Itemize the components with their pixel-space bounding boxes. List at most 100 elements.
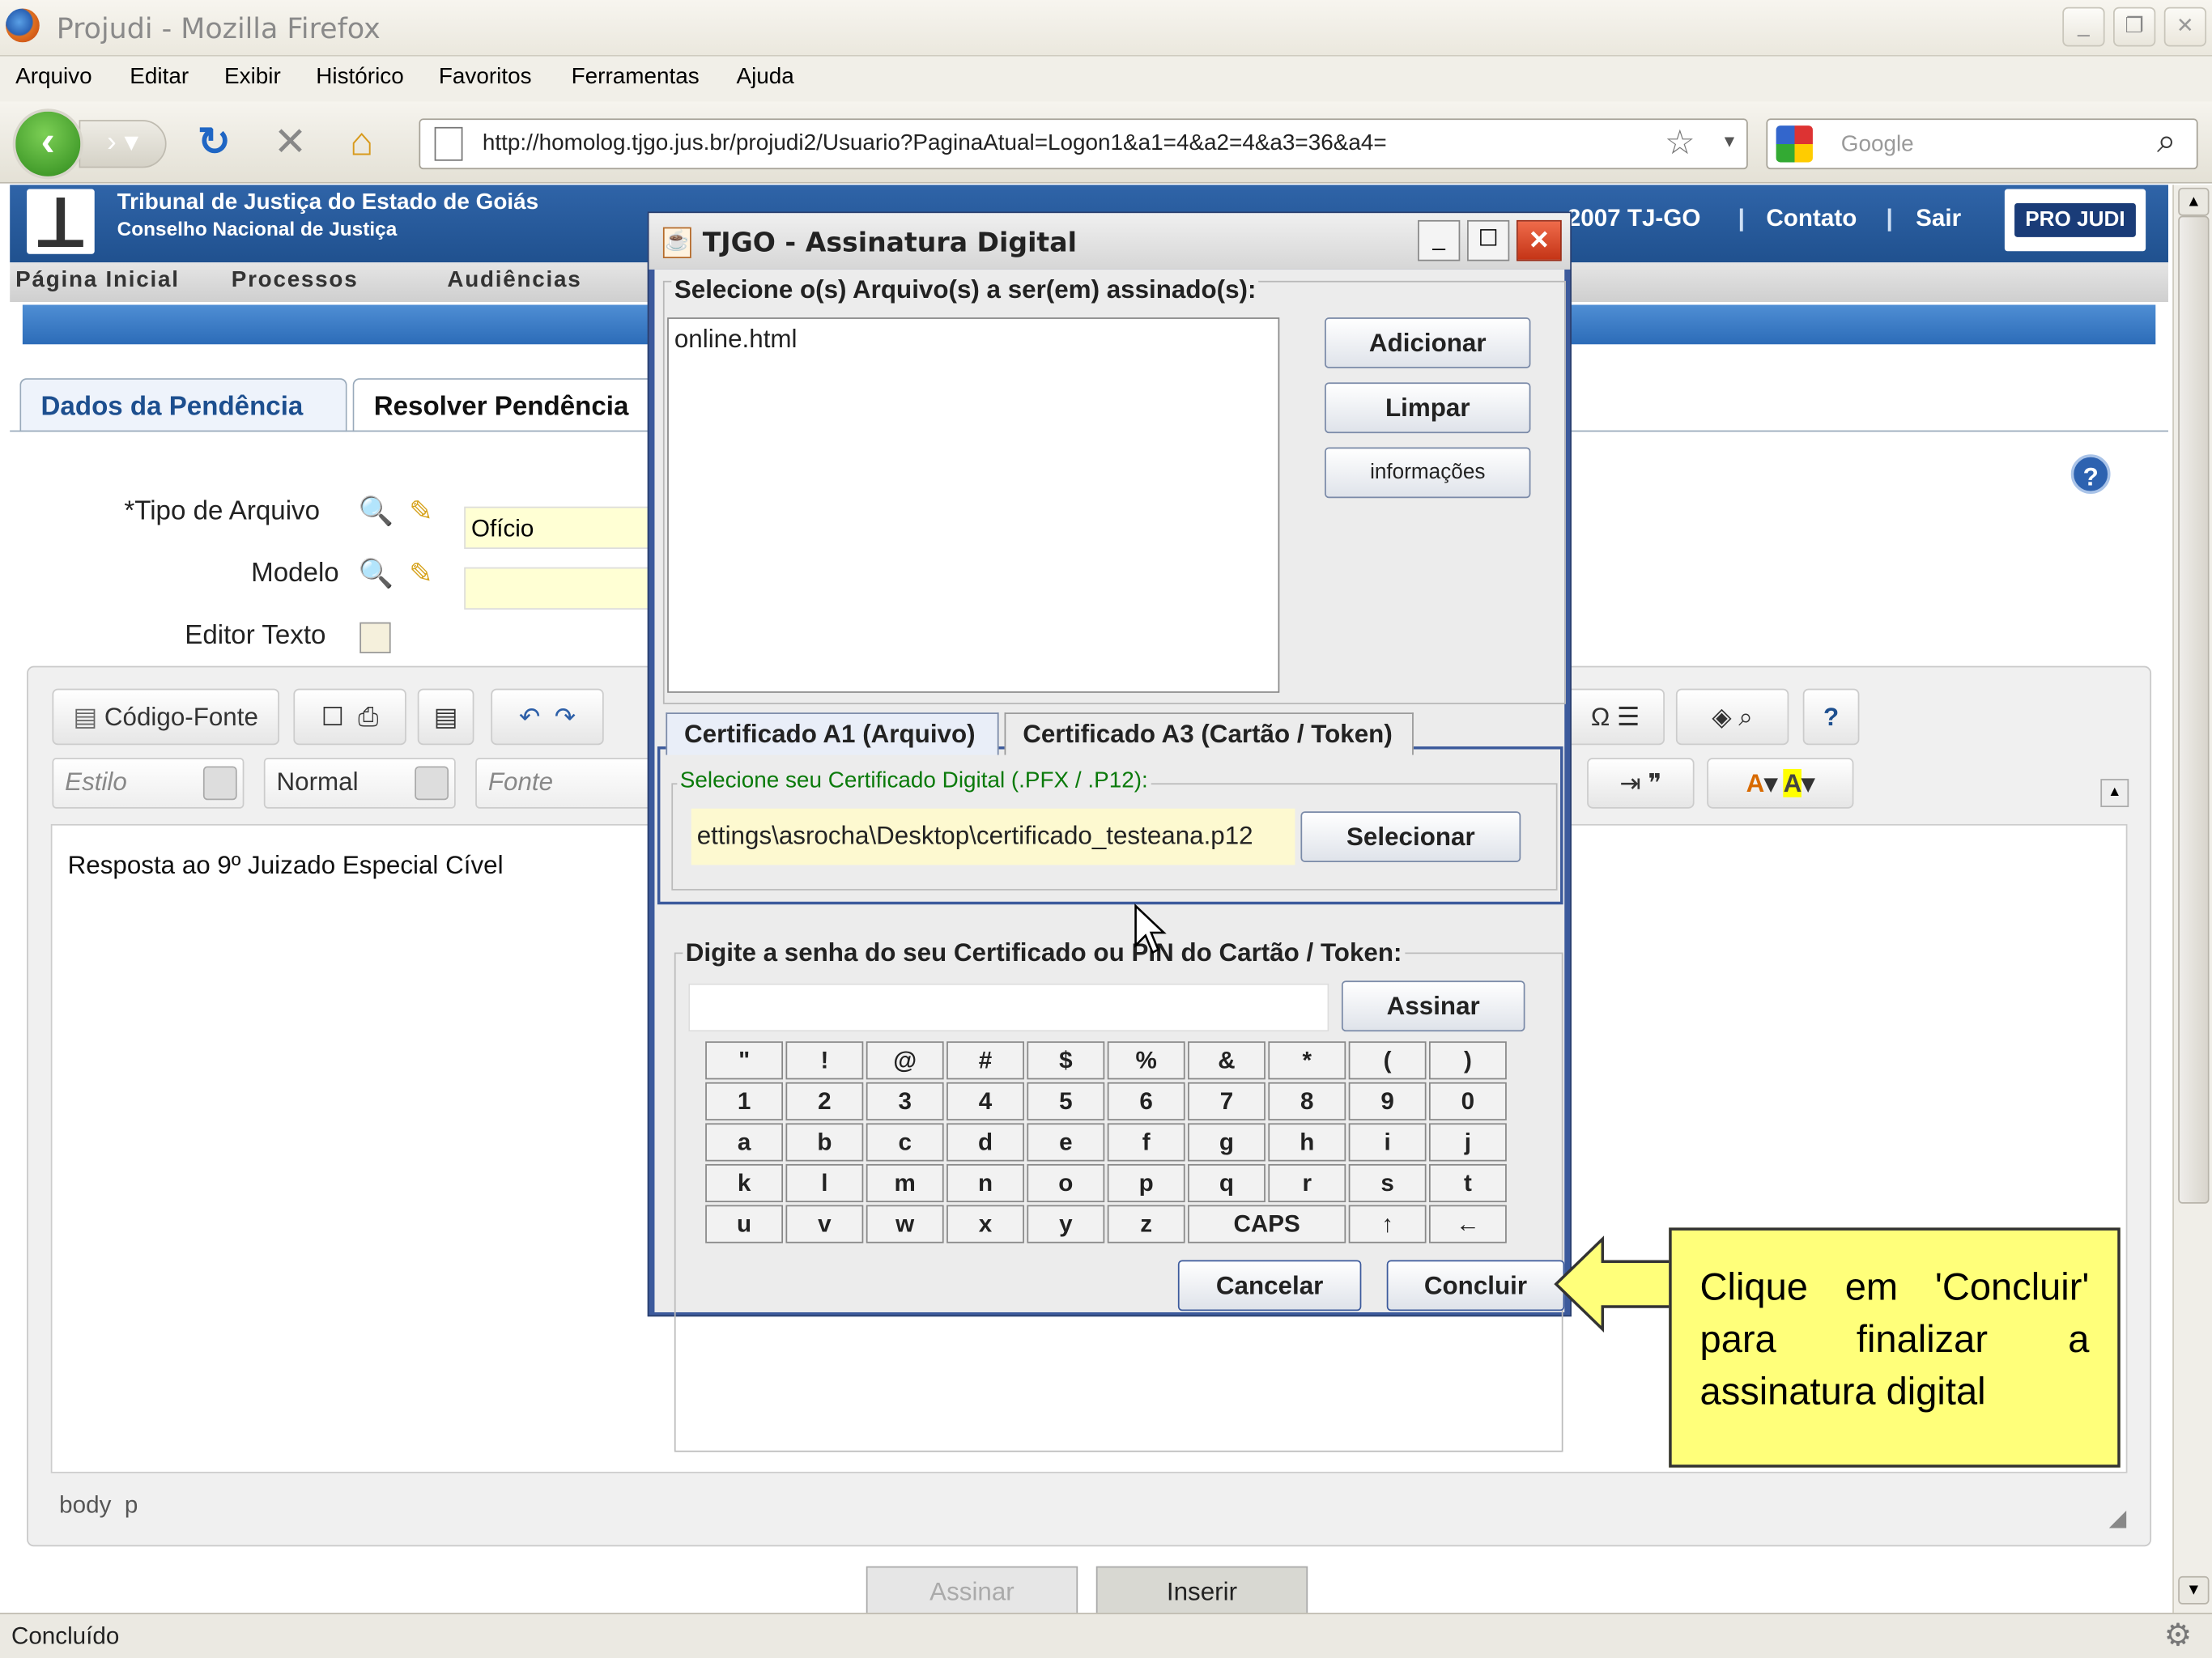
key[interactable]: s xyxy=(1348,1163,1427,1203)
source-code-button[interactable]: ▤ Código-Fonte xyxy=(52,688,279,746)
conclude-button[interactable]: Concluir xyxy=(1386,1260,1565,1312)
key[interactable]: 4 xyxy=(946,1082,1024,1120)
template-icon[interactable]: ▤ xyxy=(417,688,474,746)
help-icon[interactable]: ? xyxy=(2070,454,2111,495)
info-button[interactable]: informações xyxy=(1325,447,1531,499)
key[interactable]: q xyxy=(1188,1163,1266,1203)
editor-help-icon[interactable]: ? xyxy=(1802,688,1860,746)
menu-exibir[interactable]: Exibir xyxy=(224,65,281,90)
tab-dados-pendencia[interactable]: Dados da Pendência xyxy=(19,378,347,432)
key[interactable]: e xyxy=(1027,1123,1105,1162)
key[interactable]: 3 xyxy=(866,1082,944,1120)
clear-broom-icon[interactable]: ✎ xyxy=(409,494,432,529)
backspace-key[interactable]: ← xyxy=(1428,1205,1507,1244)
key[interactable]: 6 xyxy=(1107,1082,1185,1120)
menu-favoritos[interactable]: Favoritos xyxy=(439,65,532,90)
style-combo[interactable]: Estilo xyxy=(52,757,245,809)
password-input[interactable] xyxy=(688,983,1329,1032)
clear-broom-icon[interactable]: ✎ xyxy=(409,556,432,592)
special-char-buttons[interactable]: Ω ☰ xyxy=(1566,688,1665,746)
key[interactable]: % xyxy=(1107,1041,1185,1080)
key[interactable]: 5 xyxy=(1027,1082,1105,1120)
restore-button[interactable]: ❐ xyxy=(2113,6,2156,47)
back-button[interactable]: ‹ xyxy=(12,108,83,180)
key[interactable]: l xyxy=(785,1163,864,1203)
menu-pagina-inicial[interactable]: Página Inicial xyxy=(15,268,180,293)
font-combo[interactable]: Fonte xyxy=(475,757,652,809)
search-box[interactable]: Google ⌕ xyxy=(1766,118,2198,170)
key[interactable]: d xyxy=(946,1123,1024,1162)
file-list[interactable]: online.html xyxy=(667,317,1280,693)
contato-link[interactable]: Contato xyxy=(1766,205,1857,233)
key[interactable]: # xyxy=(946,1041,1024,1080)
search-icon[interactable]: 🔍 xyxy=(359,494,393,529)
key[interactable]: v xyxy=(785,1205,864,1244)
search-icon[interactable]: 🔍 xyxy=(359,556,393,592)
search-icon[interactable]: ⌕ xyxy=(2157,123,2176,163)
key[interactable]: 7 xyxy=(1188,1082,1266,1120)
menu-processos[interactable]: Processos xyxy=(232,268,359,293)
key[interactable]: c xyxy=(866,1123,944,1162)
key[interactable]: n xyxy=(946,1163,1024,1203)
key[interactable]: ) xyxy=(1428,1041,1507,1080)
key[interactable]: o xyxy=(1027,1163,1105,1203)
key[interactable]: $ xyxy=(1027,1041,1105,1080)
key[interactable]: z xyxy=(1107,1205,1185,1244)
inserir-button[interactable]: Inserir xyxy=(1095,1566,1308,1614)
caps-key[interactable]: CAPS xyxy=(1188,1205,1346,1244)
key[interactable]: r xyxy=(1268,1163,1346,1203)
key[interactable]: * xyxy=(1268,1041,1346,1080)
edit-note-icon[interactable] xyxy=(359,622,391,653)
tipo-arquivo-input[interactable]: Ofício xyxy=(464,506,655,550)
bookmark-star-icon[interactable]: ☆ xyxy=(1665,123,1695,164)
color-buttons[interactable]: A▾ A▾ xyxy=(1707,757,1854,809)
key[interactable]: j xyxy=(1428,1123,1507,1162)
menu-ferramentas[interactable]: Ferramentas xyxy=(572,65,700,90)
menu-audiencias[interactable]: Audiências xyxy=(447,268,581,293)
key[interactable]: x xyxy=(946,1205,1024,1244)
scroll-up-icon[interactable]: ▲ xyxy=(2178,187,2210,216)
stop-icon[interactable]: ✕ xyxy=(274,121,307,164)
dialog-maximize-button[interactable]: ☐ xyxy=(1467,219,1510,261)
key[interactable]: b xyxy=(785,1123,864,1162)
select-cert-button[interactable]: Selecionar xyxy=(1300,811,1521,862)
key[interactable]: f xyxy=(1107,1123,1185,1162)
undo-redo-buttons[interactable]: ↶ ↷ xyxy=(491,688,604,746)
page-scrollbar[interactable]: ▲ ▼ xyxy=(2172,185,2212,1613)
tab-certificado-a1[interactable]: Certificado A1 (Arquivo) xyxy=(666,712,999,755)
shift-key[interactable]: ↑ xyxy=(1348,1205,1427,1244)
key[interactable]: ! xyxy=(785,1041,864,1080)
key[interactable]: y xyxy=(1027,1205,1105,1244)
key[interactable]: h xyxy=(1268,1123,1346,1162)
key[interactable]: " xyxy=(705,1041,784,1080)
cancel-button[interactable]: Cancelar xyxy=(1177,1260,1362,1312)
key[interactable]: 9 xyxy=(1348,1082,1427,1120)
key[interactable]: ( xyxy=(1348,1041,1427,1080)
forward-button[interactable]: › ▾ xyxy=(79,120,167,168)
sair-link[interactable]: Sair xyxy=(1916,205,1961,233)
key[interactable]: i xyxy=(1348,1123,1427,1162)
key[interactable]: 0 xyxy=(1428,1082,1507,1120)
format-combo[interactable]: Normal xyxy=(263,757,456,809)
key[interactable]: u xyxy=(705,1205,784,1244)
modelo-input[interactable] xyxy=(464,567,655,610)
key[interactable]: m xyxy=(866,1163,944,1203)
sign-button[interactable]: Assinar xyxy=(1341,980,1525,1032)
menu-ajuda[interactable]: Ajuda xyxy=(737,65,794,90)
key[interactable]: a xyxy=(705,1123,784,1162)
url-dropdown-icon[interactable]: ▼ xyxy=(1721,131,1738,151)
key[interactable]: @ xyxy=(866,1041,944,1080)
key[interactable]: w xyxy=(866,1205,944,1244)
minimize-button[interactable]: _ xyxy=(2062,6,2105,47)
key[interactable]: p xyxy=(1107,1163,1185,1203)
key[interactable]: g xyxy=(1188,1123,1266,1162)
scroll-down-icon[interactable]: ▼ xyxy=(2178,1575,2210,1605)
menu-historico[interactable]: Histórico xyxy=(316,65,403,90)
dialog-minimize-button[interactable]: _ xyxy=(1418,219,1461,261)
indent-quote-buttons[interactable]: ⇥ ❞ xyxy=(1587,757,1695,809)
resize-grip-icon[interactable]: ◢ xyxy=(2109,1504,2126,1533)
dialog-close-button[interactable]: ✕ xyxy=(1516,219,1562,261)
maximize-blocks-buttons[interactable]: ◈ ⌕ xyxy=(1675,688,1789,746)
close-button[interactable]: ✕ xyxy=(2163,6,2207,47)
menu-arquivo[interactable]: Arquivo xyxy=(15,65,92,90)
